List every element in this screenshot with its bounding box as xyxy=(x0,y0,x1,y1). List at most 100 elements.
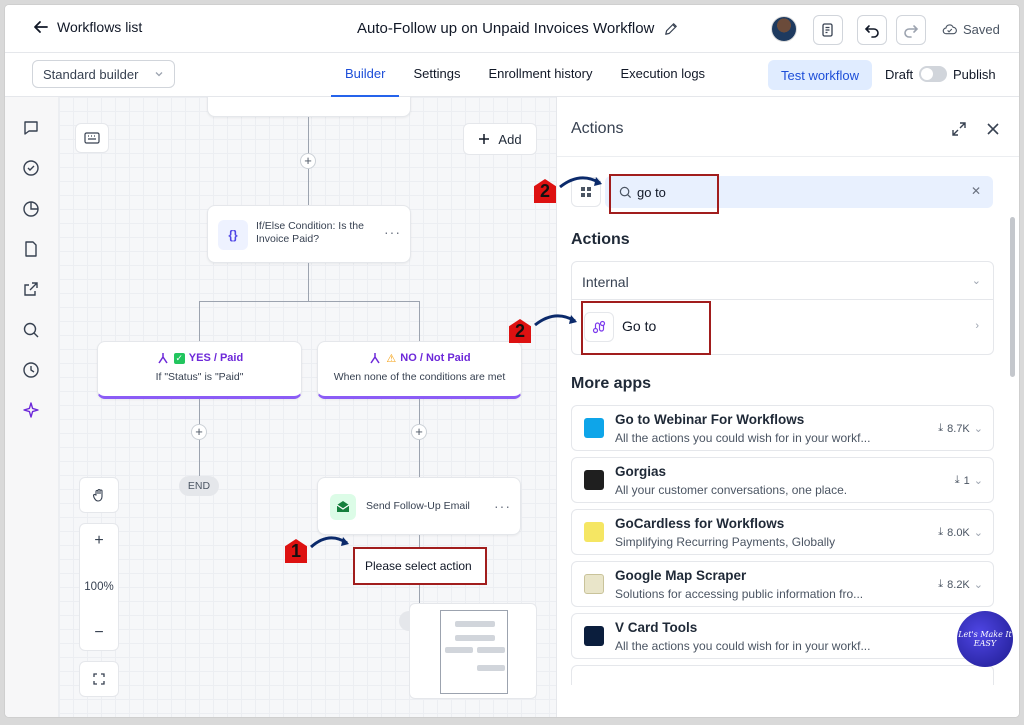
rail-comments[interactable] xyxy=(22,119,42,139)
zoom-out-button[interactable]: − xyxy=(94,624,103,642)
app-name: GoCardless for Workflows xyxy=(615,516,785,531)
annotation-arrow-icon xyxy=(559,176,602,189)
keyboard-shortcuts-button[interactable] xyxy=(75,123,109,153)
plus-icon xyxy=(479,134,490,144)
download-count: ⤓ 8.2K ⌄ xyxy=(938,578,983,591)
app-card[interactable]: Gorgias All your customer conversations,… xyxy=(571,457,994,503)
warning-icon: ⚠ xyxy=(386,352,397,365)
send-email-node[interactable]: Send Follow-Up Email ··· xyxy=(317,477,521,535)
download-count: ⤓ 1 ⌄ xyxy=(954,474,983,487)
panel-title: Actions xyxy=(571,120,624,137)
download-count-value: 8.2K xyxy=(947,578,970,591)
rail-search[interactable] xyxy=(22,321,42,341)
more-options-icon[interactable]: ··· xyxy=(494,498,511,514)
app-description: All your customer conversations, one pla… xyxy=(615,483,848,497)
external-link-icon xyxy=(24,282,38,296)
rail-history[interactable] xyxy=(22,361,42,381)
add-node-button[interactable]: Add xyxy=(463,123,537,155)
app-card[interactable]: Go to Webinar For Workflows All the acti… xyxy=(571,405,994,451)
annotation-highlight xyxy=(609,174,719,214)
rail-tasks[interactable] xyxy=(22,159,42,179)
app-card[interactable]: V Card Tools All the actions you could w… xyxy=(571,613,994,659)
rail-documents[interactable] xyxy=(22,240,42,260)
rail-analytics[interactable] xyxy=(22,200,42,220)
previous-node[interactable] xyxy=(207,97,411,117)
search-icon xyxy=(23,322,39,338)
annotation-arrow-icon xyxy=(534,314,577,327)
watermark-logo: Let's Make It EASY xyxy=(957,611,1013,667)
more-options-icon[interactable]: ··· xyxy=(384,224,401,240)
redo-button[interactable] xyxy=(896,15,926,45)
minimap-viewport[interactable] xyxy=(440,610,508,694)
app-name: Gorgias xyxy=(615,464,667,479)
app-window: Workflows list Auto-Follow up on Unpaid … xyxy=(5,5,1019,717)
top-bar: Workflows list Auto-Follow up on Unpaid … xyxy=(5,5,1019,53)
workflow-title[interactable]: Auto-Follow up on Unpaid Invoices Workfl… xyxy=(357,20,678,37)
end-marker: END xyxy=(179,476,219,496)
app-description: Solutions for accessing public informati… xyxy=(615,587,864,601)
condition-node-label: If/Else Condition: Is the Invoice Paid? xyxy=(256,220,364,245)
add-step-button[interactable]: + xyxy=(300,153,316,169)
gotowebinar-logo-icon xyxy=(584,418,604,438)
app-card[interactable]: Google Map Scraper Solutions for accessi… xyxy=(571,561,994,607)
notes-button[interactable] xyxy=(813,15,843,45)
branch-yes-title: ✓ YES / Paid xyxy=(98,351,301,365)
builder-mode-value: Standard builder xyxy=(43,66,139,82)
check-circle-icon xyxy=(23,160,39,176)
gocardless-logo-icon xyxy=(584,522,604,542)
tab-builder[interactable]: Builder xyxy=(331,53,400,97)
undo-button[interactable] xyxy=(857,15,887,45)
redo-icon xyxy=(904,25,919,38)
saved-label: Saved xyxy=(963,22,1000,37)
keyboard-icon xyxy=(84,132,100,144)
tab-settings[interactable]: Settings xyxy=(399,53,474,97)
publish-toggle[interactable] xyxy=(919,66,947,82)
internal-group-header[interactable]: Internal ⌄ xyxy=(572,262,993,300)
tab-enrollment-history[interactable]: Enrollment history xyxy=(474,53,606,97)
minimap-node xyxy=(477,665,505,671)
user-avatar[interactable] xyxy=(771,16,797,42)
back-label: Workflows list xyxy=(57,19,143,35)
pan-tool-button[interactable] xyxy=(79,477,119,513)
branch-yes-node[interactable]: ✓ YES / Paid If "Status" is "Paid" xyxy=(97,341,302,399)
rail-external[interactable] xyxy=(22,280,42,300)
more-apps-heading: More apps xyxy=(571,375,652,392)
minimap-node xyxy=(477,647,505,653)
panel-scrollbar[interactable] xyxy=(1010,217,1015,377)
add-step-button[interactable]: + xyxy=(191,424,207,440)
tab-execution-logs[interactable]: Execution logs xyxy=(607,53,720,97)
close-icon[interactable] xyxy=(985,121,1001,137)
add-label: Add xyxy=(498,131,522,147)
pencil-icon[interactable] xyxy=(664,22,678,36)
clear-search-icon[interactable]: ✕ xyxy=(971,184,981,198)
zoom-level: 100% xyxy=(84,581,114,593)
app-card[interactable]: GoCardless for Workflows Simplifying Rec… xyxy=(571,509,994,555)
branch-no-label: NO / Not Paid xyxy=(400,352,471,364)
check-box-icon: ✓ xyxy=(173,352,185,364)
zoom-in-button[interactable]: + xyxy=(94,532,103,550)
document-list-icon xyxy=(822,23,833,37)
app-name: Go to Webinar For Workflows xyxy=(615,412,805,427)
minimap-node xyxy=(455,621,495,627)
branch-no-node[interactable]: ⚠ NO / Not Paid When none of the conditi… xyxy=(317,341,522,399)
back-to-workflows-link[interactable]: Workflows list xyxy=(33,19,142,35)
app-card-partial[interactable] xyxy=(571,665,994,685)
add-step-button[interactable]: + xyxy=(411,424,427,440)
minimap[interactable] xyxy=(409,603,537,699)
connector-line xyxy=(419,301,420,341)
download-count-value: 1 xyxy=(963,474,970,487)
fit-view-button[interactable] xyxy=(79,661,119,697)
download-count-value: 8.7K xyxy=(947,422,970,435)
arrow-left-icon xyxy=(34,21,48,33)
app-description: Simplifying Recurring Payments, Globally xyxy=(615,535,836,549)
test-workflow-button[interactable]: Test workflow xyxy=(768,60,872,90)
map-scraper-logo-icon xyxy=(584,574,604,594)
if-else-condition-node[interactable]: {} If/Else Condition: Is the Invoice Pai… xyxy=(207,205,411,263)
builder-mode-select[interactable]: Standard builder xyxy=(32,60,175,88)
workflow-canvas[interactable]: + Add {} If/Else Condition: Is the Invoi… xyxy=(59,97,556,717)
expand-icon[interactable] xyxy=(951,121,967,137)
internal-label: Internal xyxy=(582,274,629,290)
hand-icon xyxy=(92,488,103,502)
rail-ai[interactable] xyxy=(22,401,42,421)
connector-line xyxy=(199,301,419,302)
